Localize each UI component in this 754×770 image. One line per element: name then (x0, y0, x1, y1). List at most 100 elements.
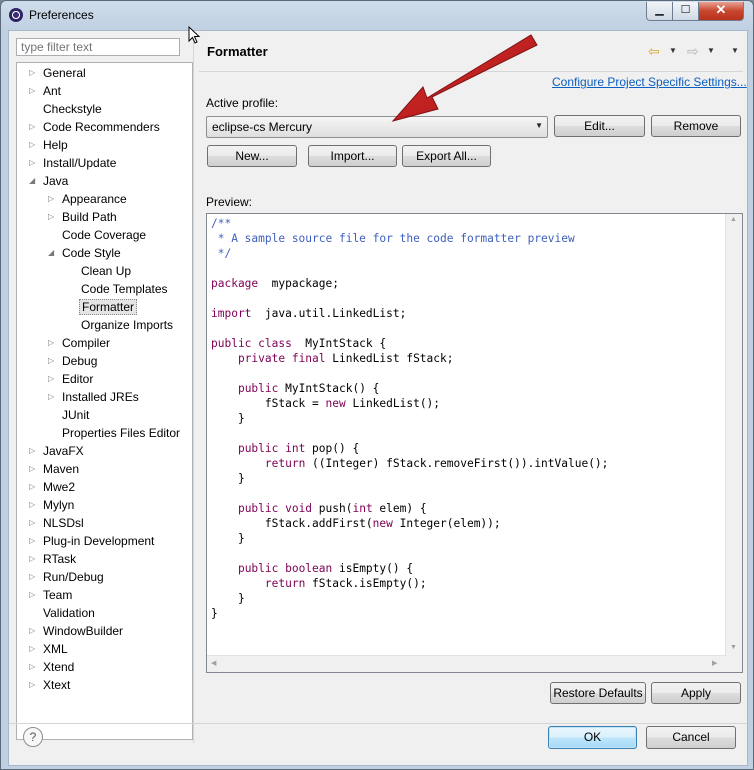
export-all-button[interactable]: Export All... (402, 145, 491, 167)
forward-dropdown-icon[interactable]: ▼ (707, 43, 715, 59)
scroll-down-icon[interactable]: ▼ (730, 644, 737, 651)
collapsed-arrow-icon[interactable]: ▷ (29, 676, 39, 694)
collapsed-arrow-icon[interactable]: ▷ (29, 442, 39, 460)
tree-item-compiler[interactable]: ▷ Compiler (17, 334, 191, 352)
vertical-scrollbar[interactable]: ▲ ▼ (725, 214, 742, 656)
tree-item-xml[interactable]: ▷ XML (17, 640, 191, 658)
expanded-arrow-icon[interactable]: ◢ (29, 172, 39, 190)
collapsed-arrow-icon[interactable]: ▷ (48, 370, 58, 388)
tree-item-code-templates[interactable]: Code Templates (17, 280, 191, 298)
collapsed-arrow-icon[interactable]: ▷ (29, 64, 39, 82)
minimize-button[interactable]: ▁ (646, 2, 673, 21)
collapsed-arrow-icon[interactable]: ▷ (29, 640, 39, 658)
chevron-down-icon: ▼ (535, 121, 543, 130)
tree-item-appearance[interactable]: ▷ Appearance (17, 190, 191, 208)
collapsed-arrow-icon[interactable]: ▷ (29, 586, 39, 604)
tree-item-xtend[interactable]: ▷ Xtend (17, 658, 191, 676)
page-title: Formatter (207, 44, 268, 59)
scroll-up-icon[interactable]: ▲ (730, 216, 737, 223)
code-text: elem) { (372, 502, 427, 515)
tree-item-junit[interactable]: JUnit (17, 406, 191, 424)
scroll-right-icon[interactable]: ▶ (712, 659, 717, 667)
tree-item-label: XML (43, 642, 68, 656)
tree-item-validation[interactable]: Validation (17, 604, 191, 622)
tree-item-mylyn[interactable]: ▷ Mylyn (17, 496, 191, 514)
tree-item-build-path[interactable]: ▷ Build Path (17, 208, 191, 226)
tree-item-label: Installed JREs (62, 390, 139, 404)
tree-item-code-style[interactable]: ◢ Code Style (17, 244, 191, 262)
restore-defaults-button[interactable]: Restore Defaults (550, 682, 646, 704)
tree-item-ant[interactable]: ▷ Ant (17, 82, 191, 100)
tree-item-installed-jres[interactable]: ▷ Installed JREs (17, 388, 191, 406)
help-icon[interactable]: ? (23, 727, 43, 747)
back-dropdown-icon[interactable]: ▼ (669, 43, 677, 59)
close-button[interactable]: ✕ (698, 2, 744, 21)
collapsed-arrow-icon[interactable]: ▷ (48, 190, 58, 208)
tree-item-code-recommenders[interactable]: ▷ Code Recommenders (17, 118, 191, 136)
collapsed-arrow-icon[interactable]: ▷ (29, 136, 39, 154)
horizontal-scrollbar[interactable]: ◀ ▶ (207, 655, 726, 672)
collapsed-arrow-icon[interactable]: ▷ (29, 460, 39, 478)
tree-item-formatter[interactable]: Formatter (17, 298, 191, 316)
tree-item-editor[interactable]: ▷ Editor (17, 370, 191, 388)
tree-item-plug-in-development[interactable]: ▷ Plug-in Development (17, 532, 191, 550)
collapsed-arrow-icon[interactable]: ▷ (29, 82, 39, 100)
title-bar[interactable]: Preferences ▁ ☐ ✕ (1, 1, 753, 29)
tree-item-label: Ant (43, 84, 62, 98)
collapsed-arrow-icon[interactable]: ▷ (29, 658, 39, 676)
tree-item-checkstyle[interactable]: Checkstyle (17, 100, 191, 118)
scroll-left-icon[interactable]: ◀ (211, 659, 216, 667)
code-line: } (211, 531, 245, 546)
remove-button[interactable]: Remove (651, 115, 741, 137)
collapsed-arrow-icon[interactable]: ▷ (29, 478, 39, 496)
tree-item-debug[interactable]: ▷ Debug (17, 352, 191, 370)
tree-item-properties-files-editor[interactable]: Properties Files Editor (17, 424, 191, 442)
tree-item-install-update[interactable]: ▷ Install/Update (17, 154, 191, 172)
collapsed-arrow-icon[interactable]: ▷ (29, 532, 39, 550)
collapsed-arrow-icon[interactable]: ▷ (29, 568, 39, 586)
view-menu-icon[interactable]: ▼ (731, 43, 739, 59)
tree-item-run-debug[interactable]: ▷ Run/Debug (17, 568, 191, 586)
tree-item-clean-up[interactable]: Clean Up (17, 262, 191, 280)
collapsed-arrow-icon[interactable]: ▷ (48, 388, 58, 406)
tree-item-label: Compiler (62, 336, 111, 350)
ok-button[interactable]: OK (548, 726, 637, 749)
preview-area[interactable]: ▲ ▼ ◀ ▶ /** * A sample source file for t… (206, 213, 743, 673)
back-arrow-icon[interactable]: ⇦ (648, 43, 660, 59)
collapsed-arrow-icon[interactable]: ▷ (48, 208, 58, 226)
tree-item-nlsdsl[interactable]: ▷ NLSDsl (17, 514, 191, 532)
maximize-button[interactable]: ☐ (672, 2, 699, 21)
tree-item-xtext[interactable]: ▷ Xtext (17, 676, 191, 694)
configure-project-settings-link[interactable]: Configure Project Specific Settings... (552, 75, 747, 89)
collapsed-arrow-icon[interactable]: ▷ (48, 334, 58, 352)
forward-arrow-icon[interactable]: ⇨ (687, 43, 699, 59)
tree-item-mwe2[interactable]: ▷ Mwe2 (17, 478, 191, 496)
collapsed-arrow-icon[interactable]: ▷ (48, 352, 58, 370)
filter-input[interactable] (16, 38, 180, 56)
tree-item-team[interactable]: ▷ Team (17, 586, 191, 604)
tree-item-general[interactable]: ▷ General (17, 64, 191, 82)
sash-divider[interactable] (193, 31, 194, 743)
preference-tree[interactable]: ▷ General ▷ Ant Checkstyle ▷ Code Recommenders… (16, 62, 193, 740)
collapsed-arrow-icon[interactable]: ▷ (29, 496, 39, 514)
tree-item-code-coverage[interactable]: Code Coverage (17, 226, 191, 244)
collapsed-arrow-icon[interactable]: ▷ (29, 154, 39, 172)
tree-item-help[interactable]: ▷ Help (17, 136, 191, 154)
collapsed-arrow-icon[interactable]: ▷ (29, 550, 39, 568)
import-button[interactable]: Import... (308, 145, 397, 167)
tree-item-javafx[interactable]: ▷ JavaFX (17, 442, 191, 460)
collapsed-arrow-icon[interactable]: ▷ (29, 514, 39, 532)
tree-item-windowbuilder[interactable]: ▷ WindowBuilder (17, 622, 191, 640)
apply-button[interactable]: Apply (651, 682, 741, 704)
expanded-arrow-icon[interactable]: ◢ (48, 244, 58, 262)
edit-button[interactable]: Edit... (554, 115, 645, 137)
collapsed-arrow-icon[interactable]: ▷ (29, 622, 39, 640)
profile-combo[interactable]: eclipse-cs Mercury ▼ (206, 116, 548, 138)
tree-item-rtask[interactable]: ▷ RTask (17, 550, 191, 568)
tree-item-maven[interactable]: ▷ Maven (17, 460, 191, 478)
tree-item-organize-imports[interactable]: Organize Imports (17, 316, 191, 334)
cancel-button[interactable]: Cancel (646, 726, 736, 749)
collapsed-arrow-icon[interactable]: ▷ (29, 118, 39, 136)
new-button[interactable]: New... (207, 145, 297, 167)
tree-item-java[interactable]: ◢ Java (17, 172, 191, 190)
